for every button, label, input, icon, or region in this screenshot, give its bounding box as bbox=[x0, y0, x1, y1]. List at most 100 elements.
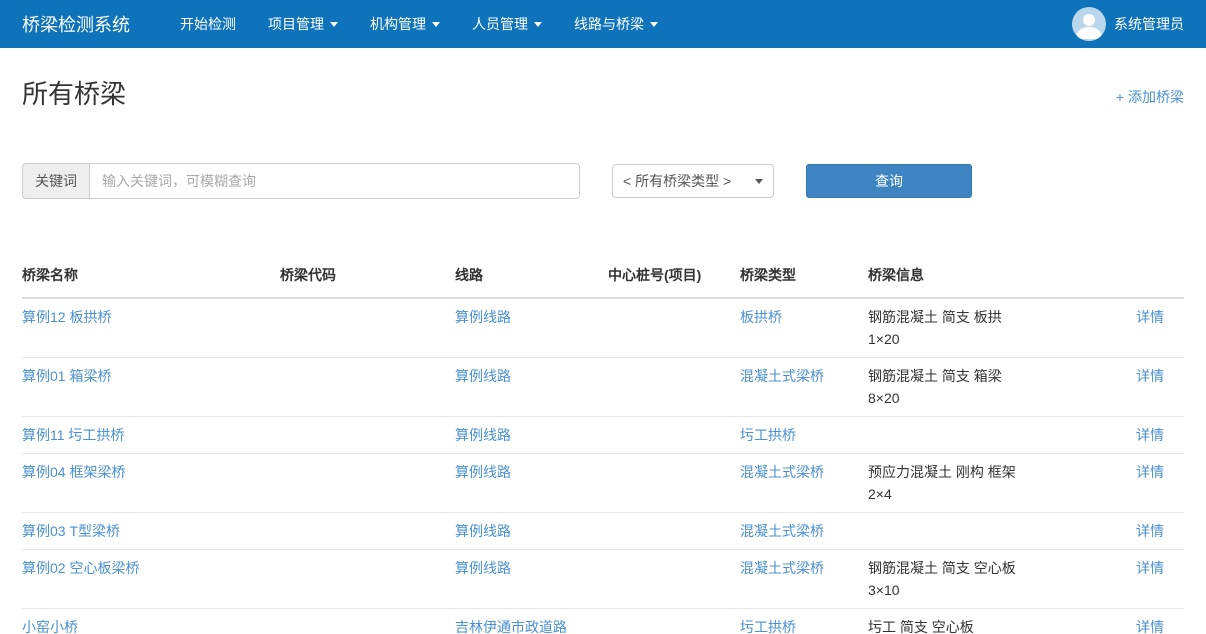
bridge-name-link[interactable]: 算例12 板拱桥 bbox=[22, 309, 111, 325]
col-header-bridge-code: 桥梁代码 bbox=[280, 259, 455, 298]
keyword-label: 关键词 bbox=[22, 163, 89, 199]
bridge-table: 桥梁名称 桥梁代码 线路 中心桩号(项目) 桥梁类型 桥梁信息 算例12 板拱桥… bbox=[22, 259, 1184, 634]
bridge-info-line: 1×20 bbox=[868, 328, 1125, 350]
center-station-cell bbox=[608, 358, 740, 417]
bridge-info-cell bbox=[868, 417, 1133, 454]
line-link[interactable]: 算例线路 bbox=[455, 368, 511, 384]
bridge-info-cell: 钢筋混凝土 简支 箱梁8×20 bbox=[868, 358, 1133, 417]
chevron-down-icon bbox=[330, 22, 338, 27]
detail-link[interactable]: 详情 bbox=[1136, 427, 1164, 443]
nav-item-label: 人员管理 bbox=[472, 14, 528, 34]
bridge-info-line: 钢筋混凝土 简支 板拱 bbox=[868, 306, 1125, 328]
bridge-code-cell bbox=[280, 358, 455, 417]
line-link[interactable]: 算例线路 bbox=[455, 464, 511, 480]
navbar: 桥梁检测系统 开始检测 项目管理 机构管理 人员管理 线路与桥梁 系统管理 bbox=[0, 0, 1206, 48]
line-link[interactable]: 算例线路 bbox=[455, 560, 511, 576]
bridge-info-line: 预应力混凝土 刚构 框架 bbox=[868, 461, 1125, 483]
table-row: 小窑小桥 吉林伊通市政道路 圬工拱桥 圬工 简支 空心板 详情 bbox=[22, 609, 1184, 634]
bridge-type-select[interactable]: < 所有桥梁类型 > bbox=[612, 164, 774, 198]
center-station-cell bbox=[608, 609, 740, 634]
bridge-code-cell bbox=[280, 513, 455, 550]
line-link[interactable]: 算例线路 bbox=[455, 309, 511, 325]
line-link[interactable]: 算例线路 bbox=[455, 523, 511, 539]
bridge-type-link[interactable]: 板拱桥 bbox=[740, 309, 782, 325]
nav-item-start-inspection[interactable]: 开始检测 bbox=[164, 0, 252, 48]
nav-item-project-management[interactable]: 项目管理 bbox=[252, 0, 354, 48]
detail-link[interactable]: 详情 bbox=[1136, 523, 1164, 539]
table-header-row: 桥梁名称 桥梁代码 线路 中心桩号(项目) 桥梁类型 桥梁信息 bbox=[22, 259, 1184, 298]
chevron-down-icon bbox=[650, 22, 658, 27]
bridge-type-link[interactable]: 混凝土式梁桥 bbox=[740, 464, 824, 480]
keyword-input[interactable] bbox=[89, 163, 580, 199]
bridge-type-link[interactable]: 混凝土式梁桥 bbox=[740, 560, 824, 576]
bridge-type-link[interactable]: 混凝土式梁桥 bbox=[740, 368, 824, 384]
bridge-type-link[interactable]: 圬工拱桥 bbox=[740, 427, 796, 443]
chevron-down-icon bbox=[432, 22, 440, 27]
bridge-info-cell: 钢筋混凝土 简支 板拱1×20 bbox=[868, 298, 1133, 358]
col-header-bridge-type: 桥梁类型 bbox=[740, 259, 868, 298]
bridge-type-link[interactable]: 混凝土式梁桥 bbox=[740, 523, 824, 539]
nav-item-label: 机构管理 bbox=[370, 14, 426, 34]
bridge-info-cell: 预应力混凝土 刚构 框架2×4 bbox=[868, 454, 1133, 513]
query-button[interactable]: 查询 bbox=[806, 164, 972, 198]
center-station-cell bbox=[608, 454, 740, 513]
detail-link[interactable]: 详情 bbox=[1136, 560, 1164, 576]
nav-menu: 开始检测 项目管理 机构管理 人员管理 线路与桥梁 bbox=[164, 0, 674, 48]
app-brand[interactable]: 桥梁检测系统 bbox=[22, 11, 130, 37]
nav-item-label: 线路与桥梁 bbox=[574, 14, 644, 34]
table-row: 算例03 T型梁桥 算例线路 混凝土式梁桥 详情 bbox=[22, 513, 1184, 550]
line-link[interactable]: 吉林伊通市政道路 bbox=[455, 619, 567, 634]
bridge-info-cell: 圬工 简支 空心板 bbox=[868, 609, 1133, 634]
bridge-name-link[interactable]: 算例11 圬工拱桥 bbox=[22, 427, 124, 443]
col-header-center-station: 中心桩号(项目) bbox=[608, 259, 740, 298]
bridge-info-line: 2×4 bbox=[868, 483, 1125, 505]
bridge-code-cell bbox=[280, 454, 455, 513]
chevron-down-icon bbox=[534, 22, 542, 27]
avatar bbox=[1072, 7, 1106, 41]
col-header-bridge-info: 桥梁信息 bbox=[868, 259, 1133, 298]
bridge-code-cell bbox=[280, 417, 455, 454]
bridge-code-cell bbox=[280, 609, 455, 634]
bridge-info-cell bbox=[868, 513, 1133, 550]
user-menu[interactable]: 系统管理员 bbox=[1072, 7, 1184, 41]
bridge-type-select-value: < 所有桥梁类型 > bbox=[623, 171, 731, 191]
detail-link[interactable]: 详情 bbox=[1136, 619, 1164, 634]
nav-item-label: 项目管理 bbox=[268, 14, 324, 34]
user-name: 系统管理员 bbox=[1114, 14, 1184, 34]
bridge-name-link[interactable]: 算例02 空心板梁桥 bbox=[22, 560, 139, 576]
main-content: 所有桥梁 + 添加桥梁 关键词 < 所有桥梁类型 > 查询 桥梁名称 桥梁代码 … bbox=[0, 74, 1206, 634]
bridge-info-line: 钢筋混凝土 简支 空心板 bbox=[868, 557, 1125, 579]
bridge-info-line: 钢筋混凝土 简支 箱梁 bbox=[868, 365, 1125, 387]
bridge-info-line: 圬工 简支 空心板 bbox=[868, 616, 1125, 634]
center-station-cell bbox=[608, 298, 740, 358]
bridge-type-link[interactable]: 圬工拱桥 bbox=[740, 619, 796, 634]
line-link[interactable]: 算例线路 bbox=[455, 427, 511, 443]
col-header-bridge-name: 桥梁名称 bbox=[22, 259, 280, 298]
table-row: 算例12 板拱桥 算例线路 板拱桥 钢筋混凝土 简支 板拱1×20 详情 bbox=[22, 298, 1184, 358]
detail-link[interactable]: 详情 bbox=[1136, 368, 1164, 384]
col-header-actions bbox=[1133, 259, 1184, 298]
nav-item-organization-management[interactable]: 机构管理 bbox=[354, 0, 456, 48]
bridge-name-link[interactable]: 算例01 箱梁桥 bbox=[22, 368, 111, 384]
user-avatar-icon bbox=[1072, 7, 1106, 41]
bridge-name-link[interactable]: 算例04 框架梁桥 bbox=[22, 464, 125, 480]
nav-item-lines-and-bridges[interactable]: 线路与桥梁 bbox=[558, 0, 674, 48]
page-title: 所有桥梁 bbox=[22, 74, 126, 111]
detail-link[interactable]: 详情 bbox=[1136, 309, 1164, 325]
nav-item-label: 开始检测 bbox=[180, 14, 236, 34]
detail-link[interactable]: 详情 bbox=[1136, 464, 1164, 480]
add-bridge-link[interactable]: + 添加桥梁 bbox=[1116, 87, 1184, 107]
bridge-name-link[interactable]: 小窑小桥 bbox=[22, 619, 78, 634]
bridge-name-link[interactable]: 算例03 T型梁桥 bbox=[22, 523, 120, 539]
table-row: 算例02 空心板梁桥 算例线路 混凝土式梁桥 钢筋混凝土 简支 空心板3×10 … bbox=[22, 550, 1184, 609]
search-bar: 关键词 < 所有桥梁类型 > 查询 bbox=[22, 163, 1184, 199]
table-row: 算例01 箱梁桥 算例线路 混凝土式梁桥 钢筋混凝土 简支 箱梁8×20 详情 bbox=[22, 358, 1184, 417]
keyword-input-group: 关键词 bbox=[22, 163, 580, 199]
chevron-down-icon bbox=[755, 179, 763, 184]
center-station-cell bbox=[608, 513, 740, 550]
bridge-info-cell: 钢筋混凝土 简支 空心板3×10 bbox=[868, 550, 1133, 609]
bridge-code-cell bbox=[280, 550, 455, 609]
nav-item-personnel-management[interactable]: 人员管理 bbox=[456, 0, 558, 48]
table-row: 算例11 圬工拱桥 算例线路 圬工拱桥 详情 bbox=[22, 417, 1184, 454]
bridge-code-cell bbox=[280, 298, 455, 358]
